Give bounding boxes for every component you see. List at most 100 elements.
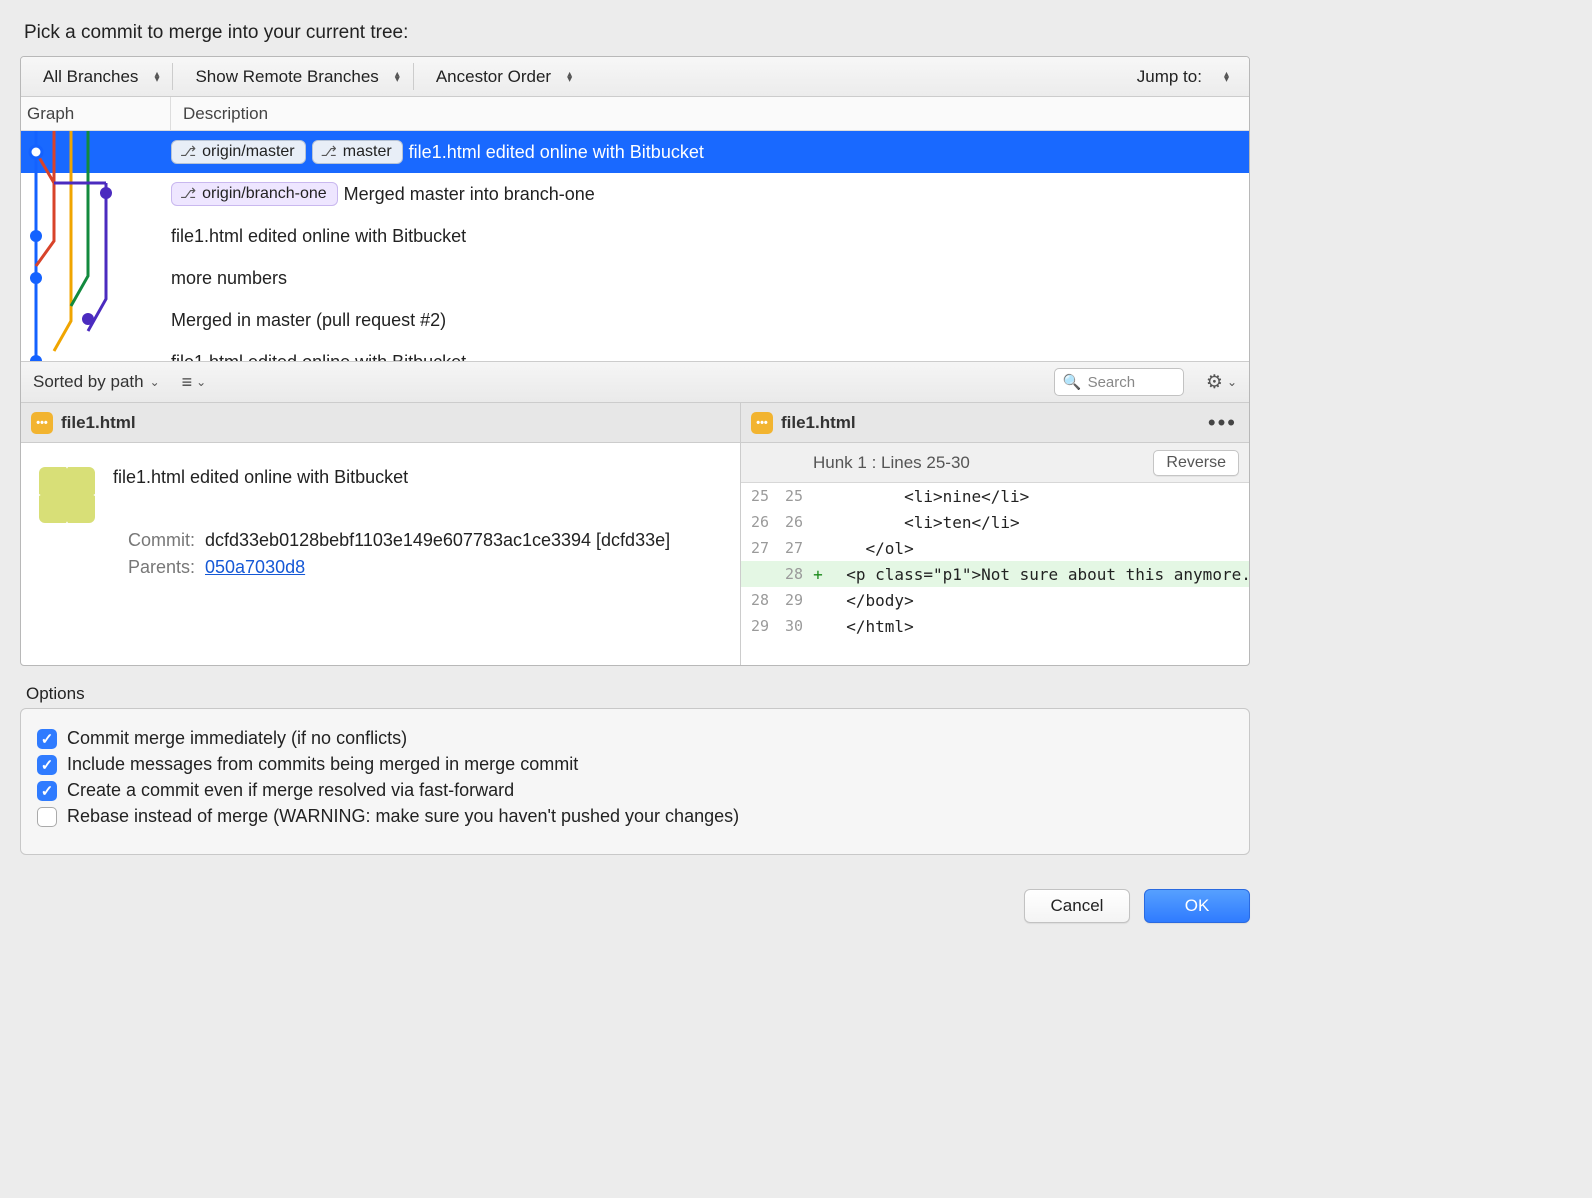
commit-hash: dcfd33eb0128bebf1103e149e607783ac1ce3394… (205, 530, 670, 551)
checkbox[interactable] (37, 807, 57, 827)
branch-icon (321, 143, 339, 161)
diff-line[interactable]: 2829 </body> (741, 587, 1249, 613)
chevron-down-icon: ⌄ (1227, 375, 1237, 389)
updown-icon: ▴▾ (395, 72, 400, 82)
diff-line[interactable]: 2626 <li>ten</li> (741, 509, 1249, 535)
dialog-title: Pick a commit to merge into your current… (24, 22, 1250, 44)
commit-row[interactable]: origin/branch-oneMerged master into bran… (21, 173, 1249, 215)
new-line-number: 28 (775, 565, 809, 583)
diff-code: <li>nine</li> (827, 487, 1249, 506)
diff-line[interactable]: 2930 </html> (741, 613, 1249, 639)
branch-filter-label: All Branches (43, 67, 138, 87)
option-label: Create a commit even if merge resolved v… (67, 780, 514, 801)
option-row: Include messages from commits being merg… (37, 754, 1233, 775)
header-description[interactable]: Description (171, 104, 268, 124)
order-dropdown[interactable]: Ancestor Order ▴▾ (414, 57, 586, 96)
options-heading: Options (26, 684, 1250, 704)
option-label: Include messages from commits being merg… (67, 754, 578, 775)
reverse-button[interactable]: Reverse (1153, 450, 1239, 476)
branch-badge[interactable]: origin/master (171, 140, 306, 164)
gear-icon: ⚙ (1206, 371, 1223, 394)
avatar (39, 467, 95, 523)
new-line-number: 26 (775, 513, 809, 531)
old-line-number: 26 (741, 513, 775, 531)
files-toolbar: Sorted by path ⌄ ≡ ⌄ 🔍 Search ⚙ ⌄ (21, 361, 1249, 403)
checkbox[interactable] (37, 755, 57, 775)
settings-dropdown[interactable]: ⚙ ⌄ (1206, 371, 1237, 394)
chevron-down-icon: ⌄ (150, 375, 160, 389)
detail-split: ••• file1.html file1.html edited online … (21, 403, 1249, 665)
chevron-down-icon: ⌄ (196, 375, 206, 389)
commit-row[interactable]: more numbers (21, 257, 1249, 299)
diff-line[interactable]: 28+ <p class="p1">Not sure about this an… (741, 561, 1249, 587)
file-icon: ••• (31, 412, 53, 434)
more-actions-button[interactable]: ••• (1208, 410, 1237, 436)
checkbox[interactable] (37, 781, 57, 801)
commit-list[interactable]: origin/master master file1.html edited onl… (21, 131, 1249, 361)
new-line-number: 27 (775, 539, 809, 557)
cancel-button[interactable]: Cancel (1024, 889, 1130, 923)
file-header-right[interactable]: ••• file1.html ••• (741, 403, 1249, 443)
dialog-buttons: Cancel OK (20, 889, 1250, 923)
parent-commit-link[interactable]: 050a7030d8 (205, 557, 305, 578)
header-graph[interactable]: Graph (21, 97, 171, 130)
option-label: Rebase instead of merge (WARNING: make s… (67, 806, 739, 827)
order-label: Ancestor Order (436, 67, 551, 87)
remote-toggle-dropdown[interactable]: Show Remote Branches ▴▾ (173, 57, 413, 96)
main-panel: All Branches ▴▾ Show Remote Branches ▴▾ … (20, 56, 1250, 666)
options-group: Commit merge immediately (if no conflict… (20, 708, 1250, 855)
option-label: Commit merge immediately (if no conflict… (67, 728, 407, 749)
branch-icon (180, 143, 198, 161)
commit-subject: file1.html edited online with Bitbucket (113, 467, 722, 488)
diff-line[interactable]: 2525 <li>nine</li> (741, 483, 1249, 509)
old-line-number: 28 (741, 591, 775, 609)
old-line-number: 25 (741, 487, 775, 505)
option-row: Commit merge immediately (if no conflict… (37, 728, 1233, 749)
branch-filter-dropdown[interactable]: All Branches ▴▾ (21, 57, 173, 96)
search-placeholder: Search (1088, 374, 1136, 391)
file-icon: ••• (751, 412, 773, 434)
sort-label: Sorted by path (33, 372, 144, 392)
branch-badge-label: master (343, 143, 392, 161)
file-header-left[interactable]: ••• file1.html (21, 403, 740, 443)
updown-icon: ▴▾ (567, 72, 572, 82)
view-mode-dropdown[interactable]: ≡ ⌄ (182, 372, 207, 393)
diff-viewer[interactable]: 2525 <li>nine</li>2626 <li>ten</li>2727 … (741, 483, 1249, 639)
branch-icon (180, 185, 198, 203)
commit-row[interactable]: file1.html edited online with Bitbucket (21, 215, 1249, 257)
diff-line[interactable]: 2727 </ol> (741, 535, 1249, 561)
new-line-number: 30 (775, 617, 809, 635)
commit-message: file1.html edited online with Bitbucket (409, 142, 704, 163)
branch-badge-label: origin/branch-one (202, 185, 327, 203)
option-row: Rebase instead of merge (WARNING: make s… (37, 806, 1233, 827)
commit-graph-icon (21, 131, 171, 361)
diff-marker (809, 591, 827, 610)
commit-row[interactable]: Merged in master (pull request #2) (21, 299, 1249, 341)
new-line-number: 29 (775, 591, 809, 609)
search-icon: 🔍 (1063, 373, 1082, 391)
diff-code: <li>ten</li> (827, 513, 1249, 532)
column-headers: Graph Description (21, 97, 1249, 131)
branch-badge[interactable]: origin/branch-one (171, 182, 338, 206)
updown-icon: ▴▾ (154, 72, 159, 82)
commit-row[interactable]: file1.html edited online with Bitbucket (21, 341, 1249, 361)
jump-to-dropdown[interactable]: Jump to: ▴▾ (1123, 67, 1249, 87)
commit-row[interactable]: origin/master master file1.html edited onl… (21, 131, 1249, 173)
ok-button[interactable]: OK (1144, 889, 1250, 923)
diff-marker (809, 513, 827, 532)
checkbox[interactable] (37, 729, 57, 749)
diff-marker (809, 539, 827, 558)
search-input[interactable]: 🔍 Search (1054, 368, 1184, 396)
branch-badge[interactable]: master (312, 140, 403, 164)
option-row: Create a commit even if merge resolved v… (37, 780, 1233, 801)
commit-message: file1.html edited online with Bitbucket (171, 226, 466, 247)
sort-dropdown[interactable]: Sorted by path ⌄ (33, 372, 160, 392)
new-line-number: 25 (775, 487, 809, 505)
top-toolbar: All Branches ▴▾ Show Remote Branches ▴▾ … (21, 57, 1249, 97)
list-icon: ≡ (182, 372, 193, 393)
diff-marker: + (809, 565, 827, 584)
commit-message: Merged in master (pull request #2) (171, 310, 446, 331)
hunk-header: Hunk 1 : Lines 25-30 Reverse (741, 443, 1249, 483)
file-name-right: file1.html (781, 413, 856, 433)
commit-message: more numbers (171, 268, 287, 289)
